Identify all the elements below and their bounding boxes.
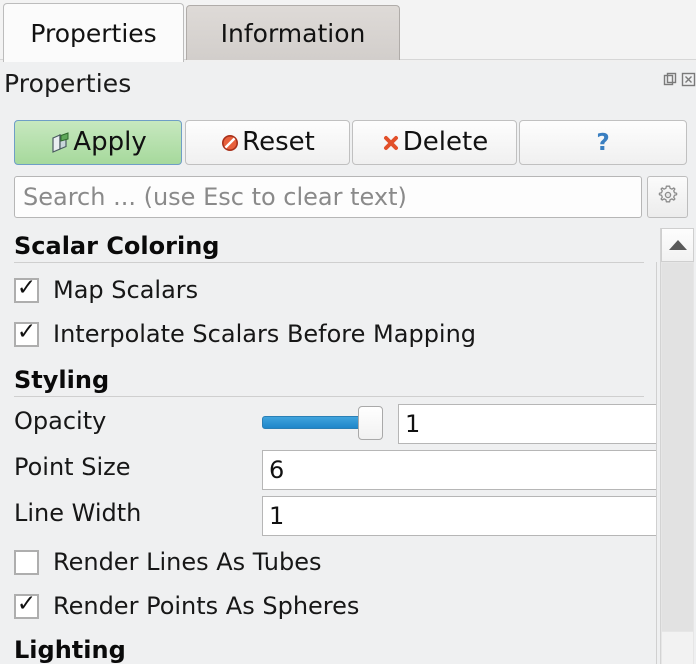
checkbox-render-lines-as-tubes[interactable]: ✓ [14, 550, 39, 575]
reset-icon [220, 133, 240, 153]
scrollbar-lower-area[interactable] [662, 632, 693, 664]
close-icon[interactable] [681, 72, 696, 87]
dock-buttons [663, 72, 696, 87]
label-opacity: Opacity [14, 407, 106, 435]
delete-icon [381, 133, 401, 153]
opacity-slider[interactable] [262, 404, 382, 442]
scrollbar-trough[interactable] [662, 263, 693, 631]
label-line-width: Line Width [14, 499, 141, 527]
check-mark-icon: ✓ [17, 277, 36, 300]
checkbox-row-render-points-as-spheres[interactable]: ✓ Render Points As Spheres [14, 592, 359, 620]
section-rule-scalar-coloring [14, 262, 644, 263]
checkbox-row-interpolate-scalars[interactable]: ✓ Interpolate Scalars Before Mapping [14, 320, 476, 348]
section-rule-styling [14, 396, 644, 397]
checkbox-label-interpolate-scalars-before-mapping: Interpolate Scalars Before Mapping [53, 320, 476, 348]
opacity-slider-handle[interactable] [358, 406, 383, 440]
checkbox-render-points-as-spheres[interactable]: ✓ [14, 594, 39, 619]
checkbox-label-map-scalars: Map Scalars [53, 276, 198, 304]
search-settings-button[interactable] [647, 176, 688, 218]
apply-icon [49, 132, 71, 154]
search-row [0, 176, 696, 222]
point-size-input[interactable] [262, 450, 657, 490]
tab-information-label: Information [221, 19, 366, 48]
opacity-slider-groove[interactable] [262, 416, 368, 429]
scroll-up-icon [669, 240, 687, 250]
reset-button[interactable]: Reset [185, 120, 350, 165]
checkbox-row-render-lines-as-tubes[interactable]: ✓ Render Lines As Tubes [14, 548, 322, 576]
properties-scroll-area: Scalar Coloring ✓ Map Scalars ✓ Interpol… [0, 228, 657, 664]
page-title: Properties [4, 69, 131, 98]
checkbox-interpolate-scalars-before-mapping[interactable]: ✓ [14, 322, 39, 347]
question-icon: ? [596, 130, 609, 156]
checkbox-label-render-lines-as-tubes: Render Lines As Tubes [53, 548, 322, 576]
gear-icon [656, 183, 680, 211]
checkbox-label-render-points-as-spheres: Render Points As Spheres [53, 592, 359, 620]
action-button-row: Apply Reset Delete ? [0, 117, 696, 169]
search-input[interactable] [14, 176, 642, 218]
properties-scrollbar[interactable] [660, 228, 694, 664]
tab-properties[interactable]: Properties [3, 3, 184, 62]
tab-bar: Properties Information [0, 0, 696, 62]
panel-title-row: Properties [0, 62, 696, 107]
checkbox-row-map-scalars[interactable]: ✓ Map Scalars [14, 276, 198, 304]
scrollbar-up-button[interactable] [661, 228, 694, 262]
tab-properties-label: Properties [30, 19, 156, 48]
help-button[interactable]: ? [519, 120, 687, 165]
checkbox-map-scalars[interactable]: ✓ [14, 278, 39, 303]
float-icon[interactable] [663, 72, 678, 87]
reset-button-label: Reset [242, 129, 315, 155]
check-mark-icon: ✓ [17, 321, 36, 344]
apply-button-label: Apply [73, 129, 146, 155]
apply-button[interactable]: Apply [14, 120, 182, 165]
line-width-input[interactable] [262, 496, 657, 536]
label-point-size: Point Size [14, 453, 130, 481]
scroll-area-right-edge [656, 262, 657, 664]
section-header-lighting: Lighting [14, 636, 126, 664]
check-mark-icon: ✓ [17, 593, 36, 616]
section-header-styling: Styling [14, 366, 109, 394]
delete-button-label: Delete [403, 129, 488, 155]
section-header-scalar-coloring: Scalar Coloring [14, 232, 219, 260]
delete-button[interactable]: Delete [352, 120, 517, 165]
opacity-value-input[interactable] [398, 404, 657, 444]
tab-information[interactable]: Information [186, 5, 400, 60]
